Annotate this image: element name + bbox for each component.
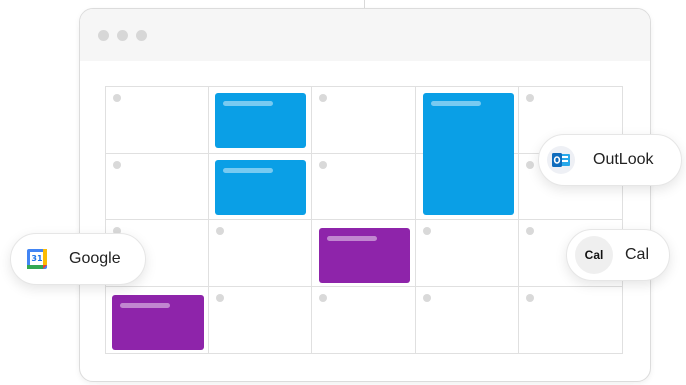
google-label: Google xyxy=(69,250,121,267)
window-control-dot[interactable] xyxy=(117,30,128,41)
outlook-integration-pill[interactable]: OutLook xyxy=(538,134,682,186)
cal-label: Cal xyxy=(625,246,650,263)
google-calendar-icon-text: 31 xyxy=(31,254,43,263)
event-title-placeholder xyxy=(223,101,273,106)
outlook-icon xyxy=(547,146,575,174)
cal-icon: Cal xyxy=(575,236,613,274)
calendar-cell[interactable] xyxy=(312,286,416,353)
google-calendar-icon: 31 xyxy=(27,249,47,269)
calendar-event-purple[interactable] xyxy=(319,228,410,283)
calendar-event-blue[interactable] xyxy=(423,93,514,215)
cell-dot xyxy=(525,160,534,169)
cell-dot xyxy=(525,94,534,102)
calendar-cell[interactable] xyxy=(519,287,622,354)
cell-dot xyxy=(216,293,225,302)
cell-dot xyxy=(319,293,328,302)
top-connector-line xyxy=(364,0,365,8)
cal-integration-pill[interactable]: Cal Cal xyxy=(566,229,670,281)
cell-dot xyxy=(113,94,121,102)
calendar-event-blue[interactable] xyxy=(215,160,306,215)
cell-dot xyxy=(422,227,431,235)
calendar-cell[interactable] xyxy=(209,286,313,353)
event-title-placeholder xyxy=(431,101,481,106)
calendar-cell[interactable] xyxy=(106,87,210,154)
calendar-cell[interactable] xyxy=(209,220,313,287)
event-title-placeholder xyxy=(327,236,377,241)
window-titlebar xyxy=(80,9,650,61)
calendar-cell[interactable] xyxy=(312,87,416,154)
event-title-placeholder xyxy=(120,303,170,308)
event-title-placeholder xyxy=(223,168,273,173)
cell-dot xyxy=(422,293,431,302)
cell-dot xyxy=(216,227,225,235)
calendar-cell[interactable] xyxy=(415,220,519,287)
calendar-cell[interactable] xyxy=(416,286,519,353)
calendar-cell[interactable] xyxy=(312,153,416,220)
calendar-event-blue[interactable] xyxy=(215,93,306,148)
cell-dot xyxy=(319,160,328,169)
window-control-dot[interactable] xyxy=(98,30,109,41)
cell-dot xyxy=(525,227,534,235)
calendar-cell[interactable] xyxy=(106,153,210,220)
outlook-label: OutLook xyxy=(593,151,654,168)
google-integration-pill[interactable]: 31 Google xyxy=(10,233,146,285)
window-control-dot[interactable] xyxy=(136,30,147,41)
cell-dot xyxy=(319,94,328,102)
cell-dot xyxy=(113,160,121,169)
calendar-event-purple[interactable] xyxy=(112,295,204,350)
cell-dot xyxy=(525,293,534,302)
